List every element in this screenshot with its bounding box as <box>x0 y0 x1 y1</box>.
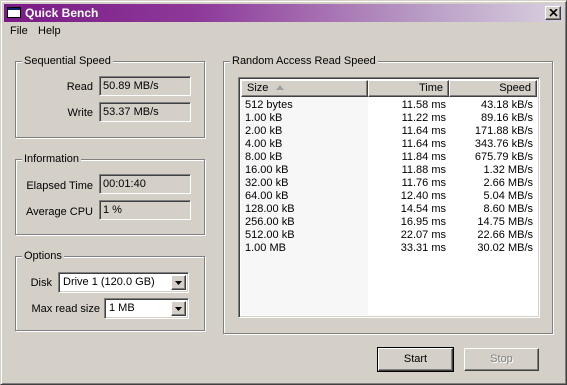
cell-time: 11.58 ms <box>401 99 446 111</box>
cell-speed: 2.66 MB/s <box>483 177 533 189</box>
window-icon <box>7 6 21 19</box>
cell-time: 14.54 ms <box>400 203 446 215</box>
cell-size: 512 bytes <box>245 99 293 111</box>
cell-size: 8.00 kB <box>245 151 283 163</box>
max-read-size-label: Max read size <box>31 303 100 315</box>
table-row[interactable]: 8.00 kB 11.84 ms 675.79 kB/s <box>241 151 537 164</box>
write-label: Write <box>67 107 93 119</box>
chevron-down-icon <box>175 307 182 311</box>
stop-button[interactable]: Stop <box>464 348 539 371</box>
menu-help[interactable]: Help <box>38 25 61 37</box>
table-row[interactable]: 512 bytes 11.58 ms 43.18 kB/s <box>241 99 537 112</box>
disk-label: Disk <box>30 277 52 289</box>
app-window: Quick Bench File Help Sequential Speed R… <box>0 0 567 385</box>
list-header: Size Time Speed <box>241 80 537 97</box>
cell-speed: 30.02 MB/s <box>477 242 533 254</box>
cell-time: 11.22 ms <box>401 112 446 124</box>
cell-size: 64.00 kB <box>245 190 289 202</box>
cell-size: 4.00 kB <box>245 138 283 150</box>
cell-time: 12.40 ms <box>400 190 446 202</box>
elapsed-time-value: 00:01:40 <box>99 174 191 194</box>
disk-select-value: Drive 1 (120.0 GB) <box>63 276 155 288</box>
read-value: 50.89 MB/s <box>99 76 191 96</box>
table-row[interactable]: 64.00 kB 12.40 ms 5.04 MB/s <box>241 190 537 203</box>
information-title: Information <box>22 152 82 166</box>
cell-speed: 8.60 MB/s <box>483 203 533 215</box>
write-value: 53.37 MB/s <box>99 102 191 122</box>
column-header-time[interactable]: Time <box>368 80 449 97</box>
cell-time: 11.64 ms <box>401 138 446 150</box>
column-header-size[interactable]: Size <box>241 80 368 97</box>
cell-size: 512.00 kB <box>245 229 295 241</box>
table-row[interactable]: 128.00 kB 14.54 ms 8.60 MB/s <box>241 203 537 216</box>
title-bar[interactable]: Quick Bench <box>4 4 563 22</box>
close-button[interactable] <box>545 6 561 20</box>
chevron-down-icon <box>175 281 182 285</box>
options-title: Options <box>22 249 64 263</box>
cell-time: 11.76 ms <box>401 177 446 189</box>
sequential-speed-title: Sequential Speed <box>22 54 113 68</box>
cell-size: 2.00 kB <box>245 125 283 137</box>
cell-size: 32.00 kB <box>245 177 289 189</box>
sequential-speed-group: Sequential Speed Read 50.89 MB/s Write 5… <box>15 54 205 138</box>
cell-speed: 675.79 kB/s <box>474 151 533 163</box>
table-row[interactable]: 512.00 kB 22.07 ms 22.66 MB/s <box>241 229 537 242</box>
cell-speed: 171.88 kB/s <box>474 125 533 137</box>
cell-time: 11.64 ms <box>401 125 446 137</box>
random-access-title: Random Access Read Speed <box>230 54 378 68</box>
table-row[interactable]: 1.00 kB 11.22 ms 89.16 kB/s <box>241 112 537 125</box>
table-row[interactable]: 1.00 MB 33.31 ms 30.02 MB/s <box>241 242 537 255</box>
column-speed-label: Speed <box>499 82 531 94</box>
cell-time: 16.95 ms <box>400 216 446 228</box>
cell-speed: 22.66 MB/s <box>477 229 533 241</box>
cell-speed: 5.04 MB/s <box>483 190 533 202</box>
results-list[interactable]: Size Time Speed 512 bytes 11.58 ms 43.18 k… <box>238 77 540 318</box>
cell-size: 256.00 kB <box>245 216 295 228</box>
read-label: Read <box>66 81 93 93</box>
information-group: Information Elapsed Time 00:01:40 Averag… <box>15 152 205 235</box>
window-title: Quick Bench <box>25 6 99 20</box>
average-cpu-label: Average CPU <box>25 206 93 218</box>
table-row[interactable]: 16.00 kB 11.88 ms 1.32 MB/s <box>241 164 537 177</box>
cell-size: 1.00 MB <box>245 242 286 254</box>
column-time-label: Time <box>418 82 443 94</box>
disk-dropdown-button[interactable] <box>171 275 186 290</box>
max-read-size-select[interactable]: 1 MB <box>104 298 189 319</box>
cell-time: 22.07 ms <box>400 229 446 241</box>
cell-time: 11.84 ms <box>401 151 446 163</box>
column-size-label: Size <box>247 82 269 94</box>
close-icon <box>549 9 558 17</box>
cell-speed: 343.76 kB/s <box>474 138 533 150</box>
cell-time: 33.31 ms <box>400 242 446 254</box>
disk-select[interactable]: Drive 1 (120.0 GB) <box>58 272 189 293</box>
start-button[interactable]: Start <box>377 347 454 372</box>
cell-speed: 89.16 kB/s <box>481 112 533 124</box>
cell-size: 1.00 kB <box>245 112 283 124</box>
max-read-size-value: 1 MB <box>109 302 135 314</box>
cell-speed: 14.75 MB/s <box>477 216 533 228</box>
cell-size: 16.00 kB <box>245 164 289 176</box>
cell-size: 128.00 kB <box>245 203 295 215</box>
table-row[interactable]: 32.00 kB 11.76 ms 2.66 MB/s <box>241 177 537 190</box>
max-read-size-dropdown-button[interactable] <box>171 301 186 316</box>
cell-time: 11.88 ms <box>401 164 446 176</box>
column-header-speed[interactable]: Speed <box>449 80 537 97</box>
elapsed-time-label: Elapsed Time <box>26 180 93 192</box>
table-row[interactable]: 2.00 kB 11.64 ms 171.88 kB/s <box>241 125 537 138</box>
options-group: Options Disk Drive 1 (120.0 GB) Max read… <box>15 249 205 331</box>
sort-ascending-icon <box>276 85 284 90</box>
menu-file[interactable]: File <box>10 25 28 37</box>
cell-speed: 43.18 kB/s <box>481 99 533 111</box>
table-row[interactable]: 4.00 kB 11.64 ms 343.76 kB/s <box>241 138 537 151</box>
cell-speed: 1.32 MB/s <box>483 164 533 176</box>
average-cpu-value: 1 % <box>99 200 191 220</box>
table-row[interactable]: 256.00 kB 16.95 ms 14.75 MB/s <box>241 216 537 229</box>
